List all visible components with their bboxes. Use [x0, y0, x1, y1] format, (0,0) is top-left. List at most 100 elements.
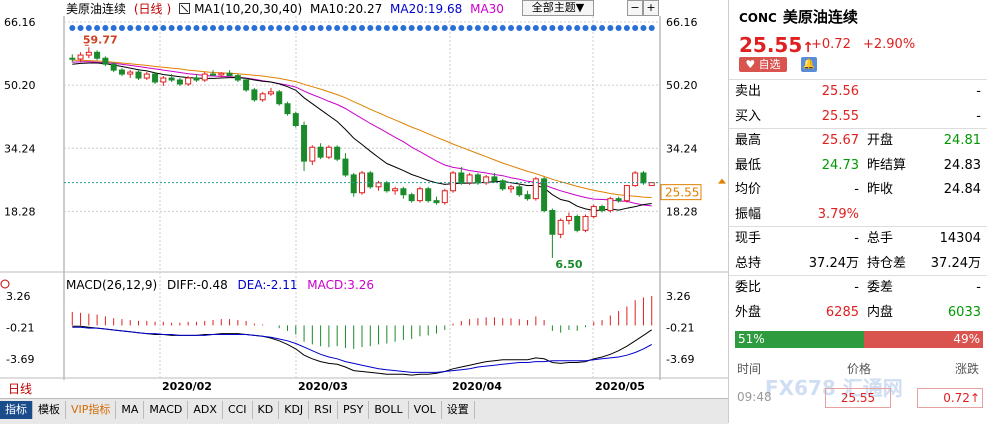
candle-body	[350, 174, 357, 194]
signal-dot	[632, 25, 639, 31]
candle-body	[392, 188, 399, 192]
candle-body	[234, 75, 241, 81]
candle-body	[607, 198, 614, 212]
signal-dot	[557, 25, 564, 31]
signal-dot	[466, 25, 473, 31]
signal-dot	[325, 25, 332, 31]
toolbar-item-9[interactable]: RSI	[309, 401, 339, 419]
candle-body	[557, 219, 564, 235]
quote-row: 总持 37.24万 持仓差 37.24万	[733, 253, 983, 275]
macd-dea: DEA:-2.11	[237, 278, 298, 292]
macd-axis-label-left: -3.69	[6, 353, 34, 366]
toolbar-item-4[interactable]: MACD	[144, 401, 189, 419]
quote-row-v1: 37.24万	[808, 255, 859, 271]
candle-body	[118, 69, 125, 75]
candle-body	[193, 77, 200, 81]
candle-body	[441, 190, 448, 204]
toolbar-item-3[interactable]: MA	[116, 401, 145, 419]
date-axis-label: 2020/03	[298, 380, 348, 393]
toolbar-item-7[interactable]: KD	[253, 401, 280, 419]
indicator-toolbar: 指标 模板 VIP指标 MA MACD ADX CCI KD KDJ RSI PSY BOLL VOL 设…	[0, 398, 728, 424]
candle-body	[549, 210, 556, 235]
toolbar-item-0[interactable]: 指标	[0, 401, 33, 419]
signal-dot	[292, 25, 299, 31]
signal-dot	[359, 25, 365, 31]
signal-dot	[408, 25, 415, 31]
quote-change-value: +0.72	[811, 37, 851, 52]
toolbar-item-10[interactable]: PSY	[338, 401, 370, 419]
macd-axis-label-left: 3.26	[6, 290, 31, 303]
candle-body	[400, 188, 407, 196]
signal-dot	[615, 25, 622, 31]
signal-dot	[590, 25, 597, 31]
macd-diff: DIFF:-0.48	[166, 278, 228, 292]
quote-change-pct: +2.90%	[862, 37, 916, 52]
candle-body	[317, 146, 324, 158]
candle-body	[565, 215, 572, 221]
candle-body	[292, 113, 299, 126]
quote-row-v2: 37.24万	[930, 255, 981, 271]
candle-body	[77, 54, 84, 60]
toolbar-item-5[interactable]: ADX	[188, 401, 223, 419]
candle-body	[325, 146, 332, 158]
signal-dot	[176, 25, 183, 31]
candle-body	[135, 71, 142, 79]
candle-body	[85, 51, 92, 56]
quote-change: +0.72 +2.90%	[811, 37, 923, 52]
toolbar-item-12[interactable]: VOL	[409, 401, 442, 419]
toolbar-item-1[interactable]: 模板	[33, 401, 66, 419]
chart-panel[interactable]: 66.16 66.16 50.20 50.20 34.24 34.24 18.28 18.28…	[0, 0, 728, 398]
quote-row-v1: -	[854, 231, 859, 246]
toolbar-item-6[interactable]: CCI	[223, 401, 253, 419]
signal-dot	[508, 25, 514, 31]
quote-row-v1: 25.55	[821, 108, 859, 124]
toolbar-item-11[interactable]: BOLL	[369, 401, 409, 419]
signal-dot	[433, 25, 440, 31]
candle-body	[160, 77, 167, 83]
quote-code: CONC	[739, 11, 777, 25]
signal-dot	[383, 25, 390, 31]
quote-row-l1: 委比	[735, 280, 762, 295]
legend-period[interactable]: (日线)	[134, 2, 171, 16]
quote-row-v1: 25.56	[821, 84, 859, 99]
price-axis-label-right: 66.16	[666, 16, 698, 29]
candle-body	[458, 172, 465, 184]
add-favorite-button[interactable]: ♥ 自选	[739, 57, 787, 72]
signal-dot	[102, 25, 109, 31]
bell-icon[interactable]: 🔔	[801, 57, 817, 72]
candle-body	[342, 158, 349, 176]
candle-body	[94, 51, 101, 59]
quote-row-l2: 总手	[867, 231, 894, 246]
theme-dropdown[interactable]: 全部主题▼	[522, 0, 594, 16]
candle-body	[532, 178, 539, 200]
signal-dot	[640, 25, 647, 31]
tick-change: 0.72↑	[917, 388, 983, 408]
zoom-in-button[interactable]: +	[643, 0, 659, 16]
quote-row-v2: -	[976, 84, 981, 99]
candle-body	[168, 77, 175, 81]
candle-body	[450, 172, 457, 192]
kline-chart-svg[interactable]: 66.16 66.16 50.20 50.20 34.24 34.24 18.28 18.28…	[0, 0, 728, 398]
zoom-out-button[interactable]: −	[627, 0, 643, 16]
period-selector[interactable]: 日线	[8, 380, 32, 397]
toolbar-item-8[interactable]: KDJ	[279, 401, 310, 419]
ma-toggle-icon[interactable]	[179, 3, 191, 14]
signal-dot	[143, 25, 150, 31]
quote-row-v1: -	[854, 182, 859, 197]
quote-row: 卖出 25.56 -	[733, 81, 983, 103]
price-axis-label-right: 34.24	[666, 142, 698, 155]
candle-body	[383, 182, 390, 192]
macd-axis-label-right: -3.69	[666, 353, 694, 366]
quote-row-l2: 内盘	[867, 304, 894, 320]
quote-row: 外盘 6285 内盘 6033	[733, 302, 983, 324]
toolbar-item-2[interactable]: VIP指标	[66, 401, 117, 419]
quote-row-l2: 委差	[867, 280, 894, 295]
toolbar-item-13[interactable]: 设置	[442, 401, 475, 419]
quote-row: 振幅 3.79%	[733, 204, 983, 226]
quote-row-v2: 6033	[947, 304, 981, 320]
quote-row-v2: 14304	[939, 231, 981, 246]
candle-body	[284, 103, 291, 115]
signal-dot	[201, 25, 208, 31]
signal-dot	[110, 25, 117, 31]
high-price-label: 59.77	[83, 33, 118, 46]
